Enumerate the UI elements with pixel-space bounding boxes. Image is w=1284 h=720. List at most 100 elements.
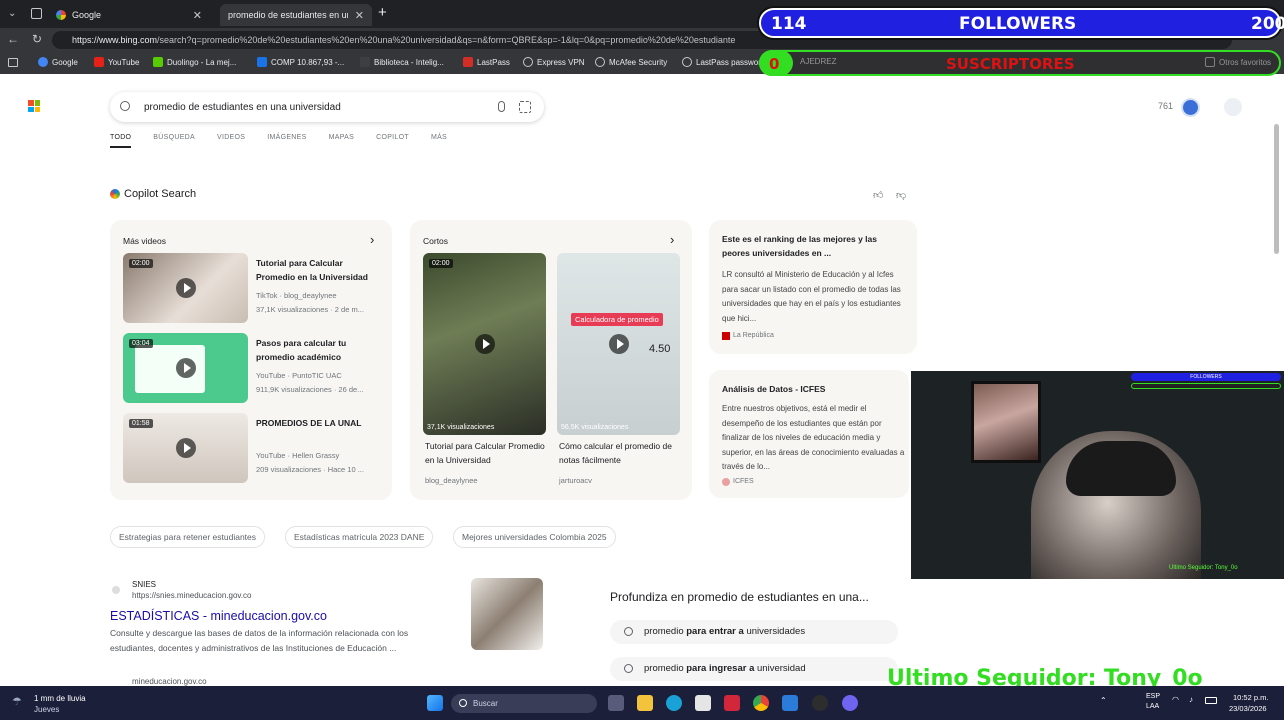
- bookmark-expressvpn[interactable]: Express VPN: [523, 57, 585, 67]
- short-thumbnail[interactable]: 02:00 37,1K visualizaciones: [423, 253, 546, 435]
- chevron-right-icon[interactable]: ›: [670, 232, 674, 247]
- scrollbar-thumb[interactable]: [1274, 124, 1279, 254]
- rewards-trophy-icon[interactable]: [1181, 98, 1200, 117]
- rewards-count[interactable]: 761: [1158, 101, 1173, 111]
- volume-icon[interactable]: ♪: [1189, 695, 1193, 704]
- windows-start-icon[interactable]: [427, 695, 443, 711]
- video-title[interactable]: PROMEDIOS DE LA UNAL: [256, 416, 384, 430]
- store-icon[interactable]: [695, 695, 711, 711]
- photos-icon[interactable]: [782, 695, 798, 711]
- close-tab-icon[interactable]: ✕: [355, 9, 364, 22]
- next-result-site[interactable]: mineducacion.gov.co: [132, 677, 207, 686]
- search-icon: [459, 699, 467, 707]
- score-value: 4.50: [649, 343, 671, 355]
- tab-mas[interactable]: MÁS: [431, 134, 447, 148]
- video-thumbnail[interactable]: 02:00: [123, 253, 248, 323]
- play-icon[interactable]: [175, 358, 196, 378]
- tab-imagenes[interactable]: IMÁGENES: [267, 134, 306, 148]
- tab-busqueda[interactable]: BÚSQUEDA: [153, 134, 195, 148]
- obs-icon[interactable]: [812, 695, 828, 711]
- result-thumbnail[interactable]: [471, 578, 543, 650]
- followers-label: FOLLOWERS: [959, 14, 1077, 34]
- reload-icon[interactable]: ↻: [32, 32, 42, 46]
- video-title[interactable]: Pasos para calcular tu promedio académic…: [256, 336, 384, 364]
- wifi-icon[interactable]: ◠: [1172, 695, 1179, 704]
- new-tab-icon[interactable]: +: [378, 4, 387, 21]
- visual-search-icon[interactable]: [519, 101, 531, 113]
- bookmark-google[interactable]: Google: [38, 57, 78, 67]
- microsoft-logo-icon[interactable]: [28, 100, 40, 112]
- related-search-chip[interactable]: Estrategias para retener estudiantes: [110, 526, 266, 548]
- article-card[interactable]: Análisis de Datos - ICFES Entre nuestros…: [709, 370, 909, 498]
- back-icon[interactable]: ←: [7, 32, 19, 46]
- suggestion-item[interactable]: promedio para ingresar a universidad: [610, 657, 898, 681]
- related-search-chip[interactable]: Estadísticas matrícula 2023 DANE: [285, 526, 434, 548]
- bookmark-comp[interactable]: COMP 10.867,93 -...: [257, 57, 344, 67]
- taskbar-search-input[interactable]: Buscar: [451, 694, 597, 713]
- bookmark-lastpass-password[interactable]: LastPass passwor...: [682, 57, 767, 67]
- bookmark-mcafee[interactable]: McAfee Security: [595, 57, 667, 67]
- microphone-icon[interactable]: [498, 101, 505, 112]
- tab-todo[interactable]: TODO: [110, 134, 132, 148]
- edge-icon[interactable]: [666, 695, 682, 711]
- bookmark-lastpass[interactable]: LastPass: [463, 57, 510, 67]
- search-icon: [624, 664, 633, 673]
- bookmark-youtube[interactable]: YouTube: [94, 57, 139, 67]
- short-title[interactable]: Cómo calcular el promedio de notas fácil…: [559, 439, 684, 467]
- bookmark-duolingo[interactable]: Duolingo - La mej...: [153, 57, 236, 67]
- video-thumbnail[interactable]: 01:58: [123, 413, 248, 483]
- discord-icon[interactable]: [842, 695, 858, 711]
- clock-time[interactable]: 10:52 p.m.: [1233, 693, 1268, 702]
- lastpass-icon: [463, 57, 473, 67]
- weather-day: Jueves: [34, 705, 60, 714]
- tab-title: promedio de estudiantes en una u: [228, 10, 348, 20]
- video-thumbnail[interactable]: 03:04: [123, 333, 248, 403]
- search-query: promedio de estudiantes en una universid…: [144, 101, 341, 113]
- task-view-icon[interactable]: [608, 695, 624, 711]
- tab-mapas[interactable]: MAPAS: [329, 134, 355, 148]
- video-title[interactable]: Tutorial para Calcular Promedio en la Un…: [256, 256, 384, 284]
- result-title-link[interactable]: ESTADÍSTICAS - mineducacion.gov.co: [110, 609, 327, 623]
- language-code[interactable]: ESP: [1146, 693, 1160, 700]
- app-icon[interactable]: [724, 695, 740, 711]
- tab-list-icon[interactable]: ⌄: [8, 8, 20, 20]
- short-title[interactable]: Tutorial para Calcular Promedio en la Un…: [425, 439, 550, 467]
- globe-icon: [595, 57, 605, 67]
- play-icon[interactable]: [608, 334, 629, 354]
- article-title[interactable]: Análisis de Datos - ICFES: [722, 382, 898, 396]
- show-hidden-icons-icon[interactable]: ⌃: [1100, 696, 1107, 705]
- workspace-icon[interactable]: [31, 8, 42, 19]
- bookmark-biblioteca[interactable]: Biblioteca - Intelig...: [360, 57, 444, 67]
- tab-bing-search[interactable]: promedio de estudiantes en una u ✕: [220, 4, 372, 26]
- search-input[interactable]: promedio de estudiantes en una universid…: [110, 92, 544, 122]
- tab-google[interactable]: Google ✕: [48, 4, 210, 26]
- sidebar-icon[interactable]: [8, 58, 18, 67]
- related-search-chip[interactable]: Mejores universidades Colombia 2025: [453, 526, 616, 548]
- thumbs-down-icon[interactable]: 👎︎: [896, 189, 906, 201]
- result-url[interactable]: https://snies.mineducacion.gov.co: [132, 591, 251, 600]
- tab-videos[interactable]: VIDEOS: [217, 134, 245, 148]
- thumbs-up-icon[interactable]: 👍︎: [873, 189, 883, 201]
- short-thumbnail[interactable]: Calculadora de promedio 4.50 56,5K visua…: [557, 253, 680, 435]
- youtube-icon: [94, 57, 104, 67]
- file-explorer-icon[interactable]: [637, 695, 653, 711]
- tab-copilot[interactable]: COPILOT: [376, 134, 409, 148]
- globe-icon: [682, 57, 692, 67]
- chrome-icon[interactable]: [753, 695, 769, 711]
- user-avatar-icon[interactable]: [1224, 98, 1242, 116]
- close-tab-icon[interactable]: ✕: [193, 9, 202, 22]
- play-icon[interactable]: [175, 278, 196, 298]
- region-code: LAA: [1146, 703, 1160, 710]
- cam-last-follower: Ultimo Seguidor: Tony_0o: [1169, 565, 1238, 571]
- play-icon[interactable]: [474, 334, 495, 354]
- article-title[interactable]: Este es el ranking de las mejores y las …: [722, 232, 902, 260]
- video-meta: 37,1K visualizaciones · 2 de m...: [256, 305, 364, 314]
- weather-text[interactable]: 1 mm de lluvia: [34, 694, 86, 703]
- webcam-feed: FOLLOWERS Ultimo Seguidor: Tony_0o: [911, 371, 1284, 579]
- suggestion-item[interactable]: promedio para entrar a universidades: [610, 620, 898, 644]
- chevron-right-icon[interactable]: ›: [370, 232, 374, 247]
- play-icon[interactable]: [175, 438, 196, 458]
- battery-icon[interactable]: [1205, 697, 1217, 704]
- icfes-icon: [722, 478, 730, 486]
- article-card[interactable]: Este es el ranking de las mejores y las …: [709, 220, 917, 354]
